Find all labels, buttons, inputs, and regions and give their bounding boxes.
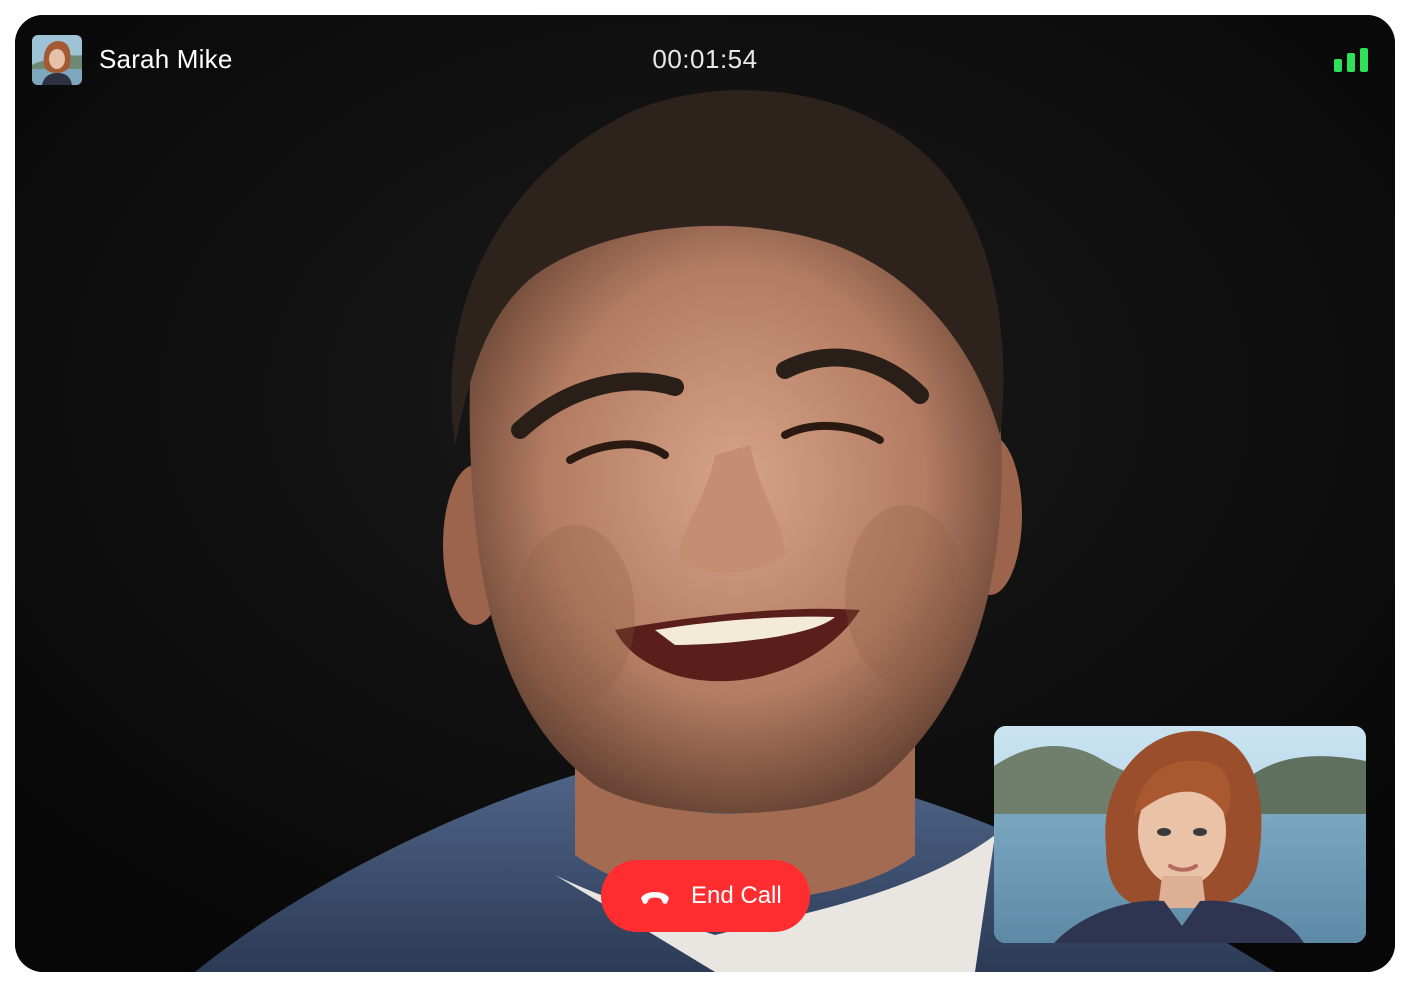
signal-bar: [1347, 53, 1355, 72]
video-call-window: Sarah Mike 00:01:54 End Call: [15, 15, 1395, 972]
signal-bar: [1334, 59, 1342, 72]
call-header: Sarah Mike 00:01:54: [15, 15, 1395, 105]
phone-hangup-icon: [641, 892, 669, 904]
end-call-label: End Call: [691, 882, 782, 909]
end-call-button[interactable]: End Call: [601, 860, 810, 932]
signal-bar: [1360, 48, 1368, 72]
signal-strength-icon: [1334, 48, 1368, 72]
self-video-image: [994, 726, 1366, 943]
call-duration: 00:01:54: [652, 44, 758, 74]
self-video-preview[interactable]: [994, 726, 1366, 943]
